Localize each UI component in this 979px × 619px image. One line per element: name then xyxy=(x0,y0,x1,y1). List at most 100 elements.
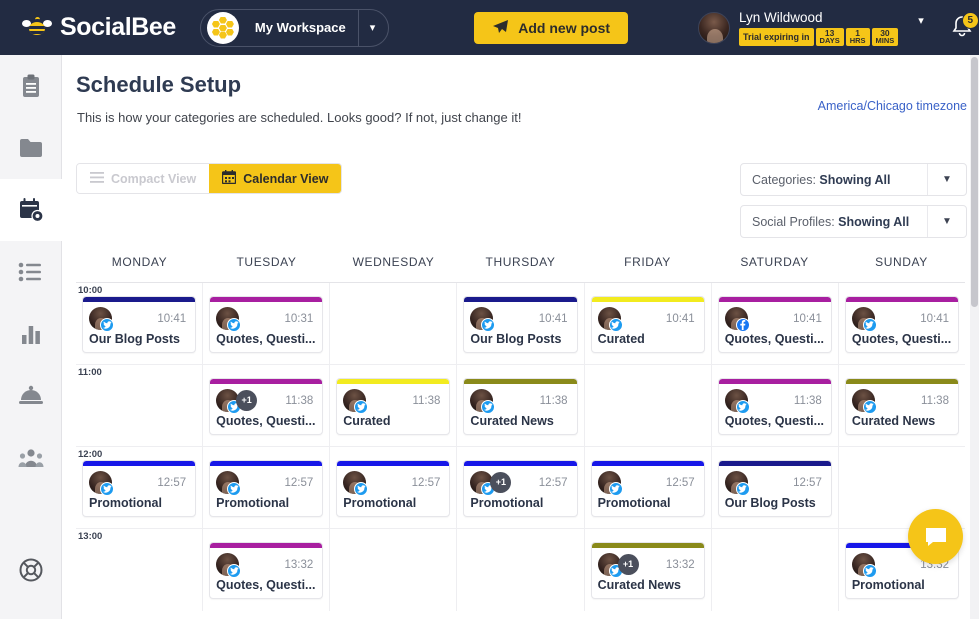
scheduled-post-card[interactable]: 11:38Curated News xyxy=(845,378,959,435)
calendar-cell[interactable]: 11:38Quotes, Questi... xyxy=(712,365,839,446)
scheduled-post-card[interactable]: 12:57Our Blog Posts xyxy=(718,460,832,517)
twitter-icon xyxy=(863,564,877,578)
trial-days-unit: DAYS xyxy=(820,37,840,45)
add-new-post-button[interactable]: Add new post xyxy=(474,12,628,44)
calendar-cell[interactable]: 12:0012:57Promotional xyxy=(76,447,203,528)
calendar-cell[interactable]: 11:38Curated News xyxy=(457,365,584,446)
scheduled-post-card[interactable]: 12:57 Promotional xyxy=(336,460,450,517)
calendar-cell[interactable]: 11:38Curated News xyxy=(839,365,965,446)
sidebar-item-help[interactable] xyxy=(0,539,62,601)
calendar-cell[interactable]: 10:0010:41Our Blog Posts xyxy=(76,283,203,364)
calendar-cell[interactable]: 12:57Promotional xyxy=(203,447,330,528)
post-category-title: Curated News xyxy=(464,412,576,428)
calendar-cell[interactable]: +111:38Quotes, Questi... xyxy=(203,365,330,446)
chat-widget-button[interactable] xyxy=(908,509,963,564)
scheduled-post-card[interactable]: 10:41Quotes, Questi... xyxy=(845,296,959,353)
calendar-cell[interactable]: 10:41Our Blog Posts xyxy=(457,283,584,364)
calendar-cell[interactable] xyxy=(712,529,839,611)
calendar-day-header: MONDAYTUESDAYWEDNESDAYTHURSDAYFRIDAYSATU… xyxy=(76,243,965,283)
scheduled-post-card[interactable]: 10:31Quotes, Questi... xyxy=(209,296,323,353)
scheduled-post-card[interactable]: 11:38Quotes, Questi... xyxy=(718,378,832,435)
calendar-cell[interactable]: 10:41Curated xyxy=(585,283,712,364)
folder-icon xyxy=(18,136,44,160)
categories-filter-text: Categories: Showing All xyxy=(741,173,927,187)
sidebar-item-concierge[interactable] xyxy=(0,365,62,427)
hour-label: 11:00 xyxy=(78,367,102,378)
calendar-view-button[interactable]: Calendar View xyxy=(209,164,341,193)
calendar-cell[interactable]: 11:38Curated xyxy=(330,365,457,446)
twitter-icon xyxy=(609,482,623,496)
timezone-link[interactable]: America/Chicago timezone xyxy=(818,99,967,113)
calendar-day-friday: FRIDAY xyxy=(584,243,711,282)
categories-filter[interactable]: Categories: Showing All ▼ xyxy=(740,163,967,196)
post-time: 11:38 xyxy=(412,395,442,407)
calendar-day-tuesday: TUESDAY xyxy=(203,243,330,282)
workspace-switcher[interactable]: My Workspace ▾ xyxy=(200,9,389,47)
calendar-cell[interactable]: 12:57Promotional xyxy=(585,447,712,528)
calendar-cell[interactable]: +112:57Promotional xyxy=(457,447,584,528)
scheduled-post-card[interactable]: 11:38Curated News xyxy=(463,378,577,435)
notifications-button[interactable]: 5 xyxy=(950,14,976,42)
extra-profiles-badge: +1 xyxy=(490,472,511,493)
scheduled-post-card[interactable]: 10:41Quotes, Questi... xyxy=(718,296,832,353)
profile-avatar-group xyxy=(216,553,242,577)
compact-view-button[interactable]: Compact View xyxy=(77,164,209,193)
chevron-down-icon[interactable]: ▾ xyxy=(918,14,924,27)
brand-logo[interactable]: SocialBee xyxy=(22,13,176,42)
scheduled-post-card[interactable]: 10:41Our Blog Posts xyxy=(82,296,196,353)
scheduled-post-card[interactable]: 12:57Promotional xyxy=(591,460,705,517)
calendar-cell[interactable]: 11:00 xyxy=(76,365,203,446)
sidebar-item-audience[interactable] xyxy=(0,427,62,489)
trial-days: 13 DAYS xyxy=(816,28,844,46)
calendar-cell[interactable]: 13:00 xyxy=(76,529,203,611)
scheduled-post-card[interactable]: +111:38Quotes, Questi... xyxy=(209,378,323,435)
profile-avatar-group xyxy=(852,553,878,577)
post-category-title: Our Blog Posts xyxy=(464,330,576,346)
calendar-cell[interactable]: 10:41Quotes, Questi... xyxy=(712,283,839,364)
calendar-cell[interactable]: +113:32Curated News xyxy=(585,529,712,611)
calendar-cell[interactable]: 12:57Our Blog Posts xyxy=(712,447,839,528)
social-profiles-filter[interactable]: Social Profiles: Showing All ▼ xyxy=(740,205,967,238)
calendar-row-1300: 13:00 13:32Quotes, Questi... +113:32Curate… xyxy=(76,529,965,611)
post-category-title: Promotional xyxy=(464,494,576,510)
post-time: 12:57 xyxy=(412,477,443,489)
caret-down-icon[interactable]: ▼ xyxy=(928,174,966,185)
page-scrollbar[interactable] xyxy=(970,55,979,619)
sidebar-item-schedule-setup[interactable] xyxy=(0,179,62,241)
sidebar-item-queue[interactable] xyxy=(0,241,62,303)
calendar-cell[interactable]: 12:57 Promotional xyxy=(330,447,457,528)
service-bell-icon xyxy=(18,385,44,407)
calendar-cell[interactable] xyxy=(330,529,457,611)
caret-down-icon[interactable]: ▼ xyxy=(928,216,966,227)
hour-label: 12:00 xyxy=(78,449,102,460)
chat-bubble-icon xyxy=(923,525,949,549)
calendar-cell[interactable] xyxy=(330,283,457,364)
calendar-cell[interactable]: 10:41Quotes, Questi... xyxy=(839,283,965,364)
people-icon xyxy=(18,447,44,469)
chevron-down-icon[interactable]: ▾ xyxy=(359,21,387,34)
card-header: 12:57 xyxy=(210,466,322,494)
scheduled-post-card[interactable]: 13:32Quotes, Questi... xyxy=(209,542,323,599)
user-menu[interactable]: Lyn Wildwood Trial expiring in 13 DAYS 1… xyxy=(698,10,924,46)
sidebar-item-content[interactable] xyxy=(0,55,62,117)
scrollbar-thumb[interactable] xyxy=(971,57,978,307)
trial-label: Trial expiring in xyxy=(739,28,814,46)
scheduled-post-card[interactable]: 10:41Curated xyxy=(591,296,705,353)
extra-profiles-badge: +1 xyxy=(618,554,639,575)
calendar-cell[interactable] xyxy=(457,529,584,611)
scheduled-post-card[interactable]: 11:38Curated xyxy=(336,378,450,435)
scheduled-post-card[interactable]: +113:32Curated News xyxy=(591,542,705,599)
calendar-body: 10:0010:41Our Blog Posts10:31Quotes, Que… xyxy=(76,283,965,611)
scheduled-post-card[interactable]: 10:41Our Blog Posts xyxy=(463,296,577,353)
scheduled-post-card[interactable]: +112:57Promotional xyxy=(463,460,577,517)
sidebar-item-categories[interactable] xyxy=(0,117,62,179)
calendar-cell[interactable]: 13:32Quotes, Questi... xyxy=(203,529,330,611)
scheduled-post-card[interactable]: 12:57Promotional xyxy=(82,460,196,517)
post-category-title: Promotional xyxy=(337,494,449,510)
calendar-cell[interactable] xyxy=(585,365,712,446)
hour-label: 13:00 xyxy=(78,531,102,542)
scheduled-post-card[interactable]: 12:57Promotional xyxy=(209,460,323,517)
sidebar-item-analytics[interactable] xyxy=(0,303,62,365)
calendar-cell[interactable]: 10:31Quotes, Questi... xyxy=(203,283,330,364)
post-time: 11:38 xyxy=(285,395,315,407)
